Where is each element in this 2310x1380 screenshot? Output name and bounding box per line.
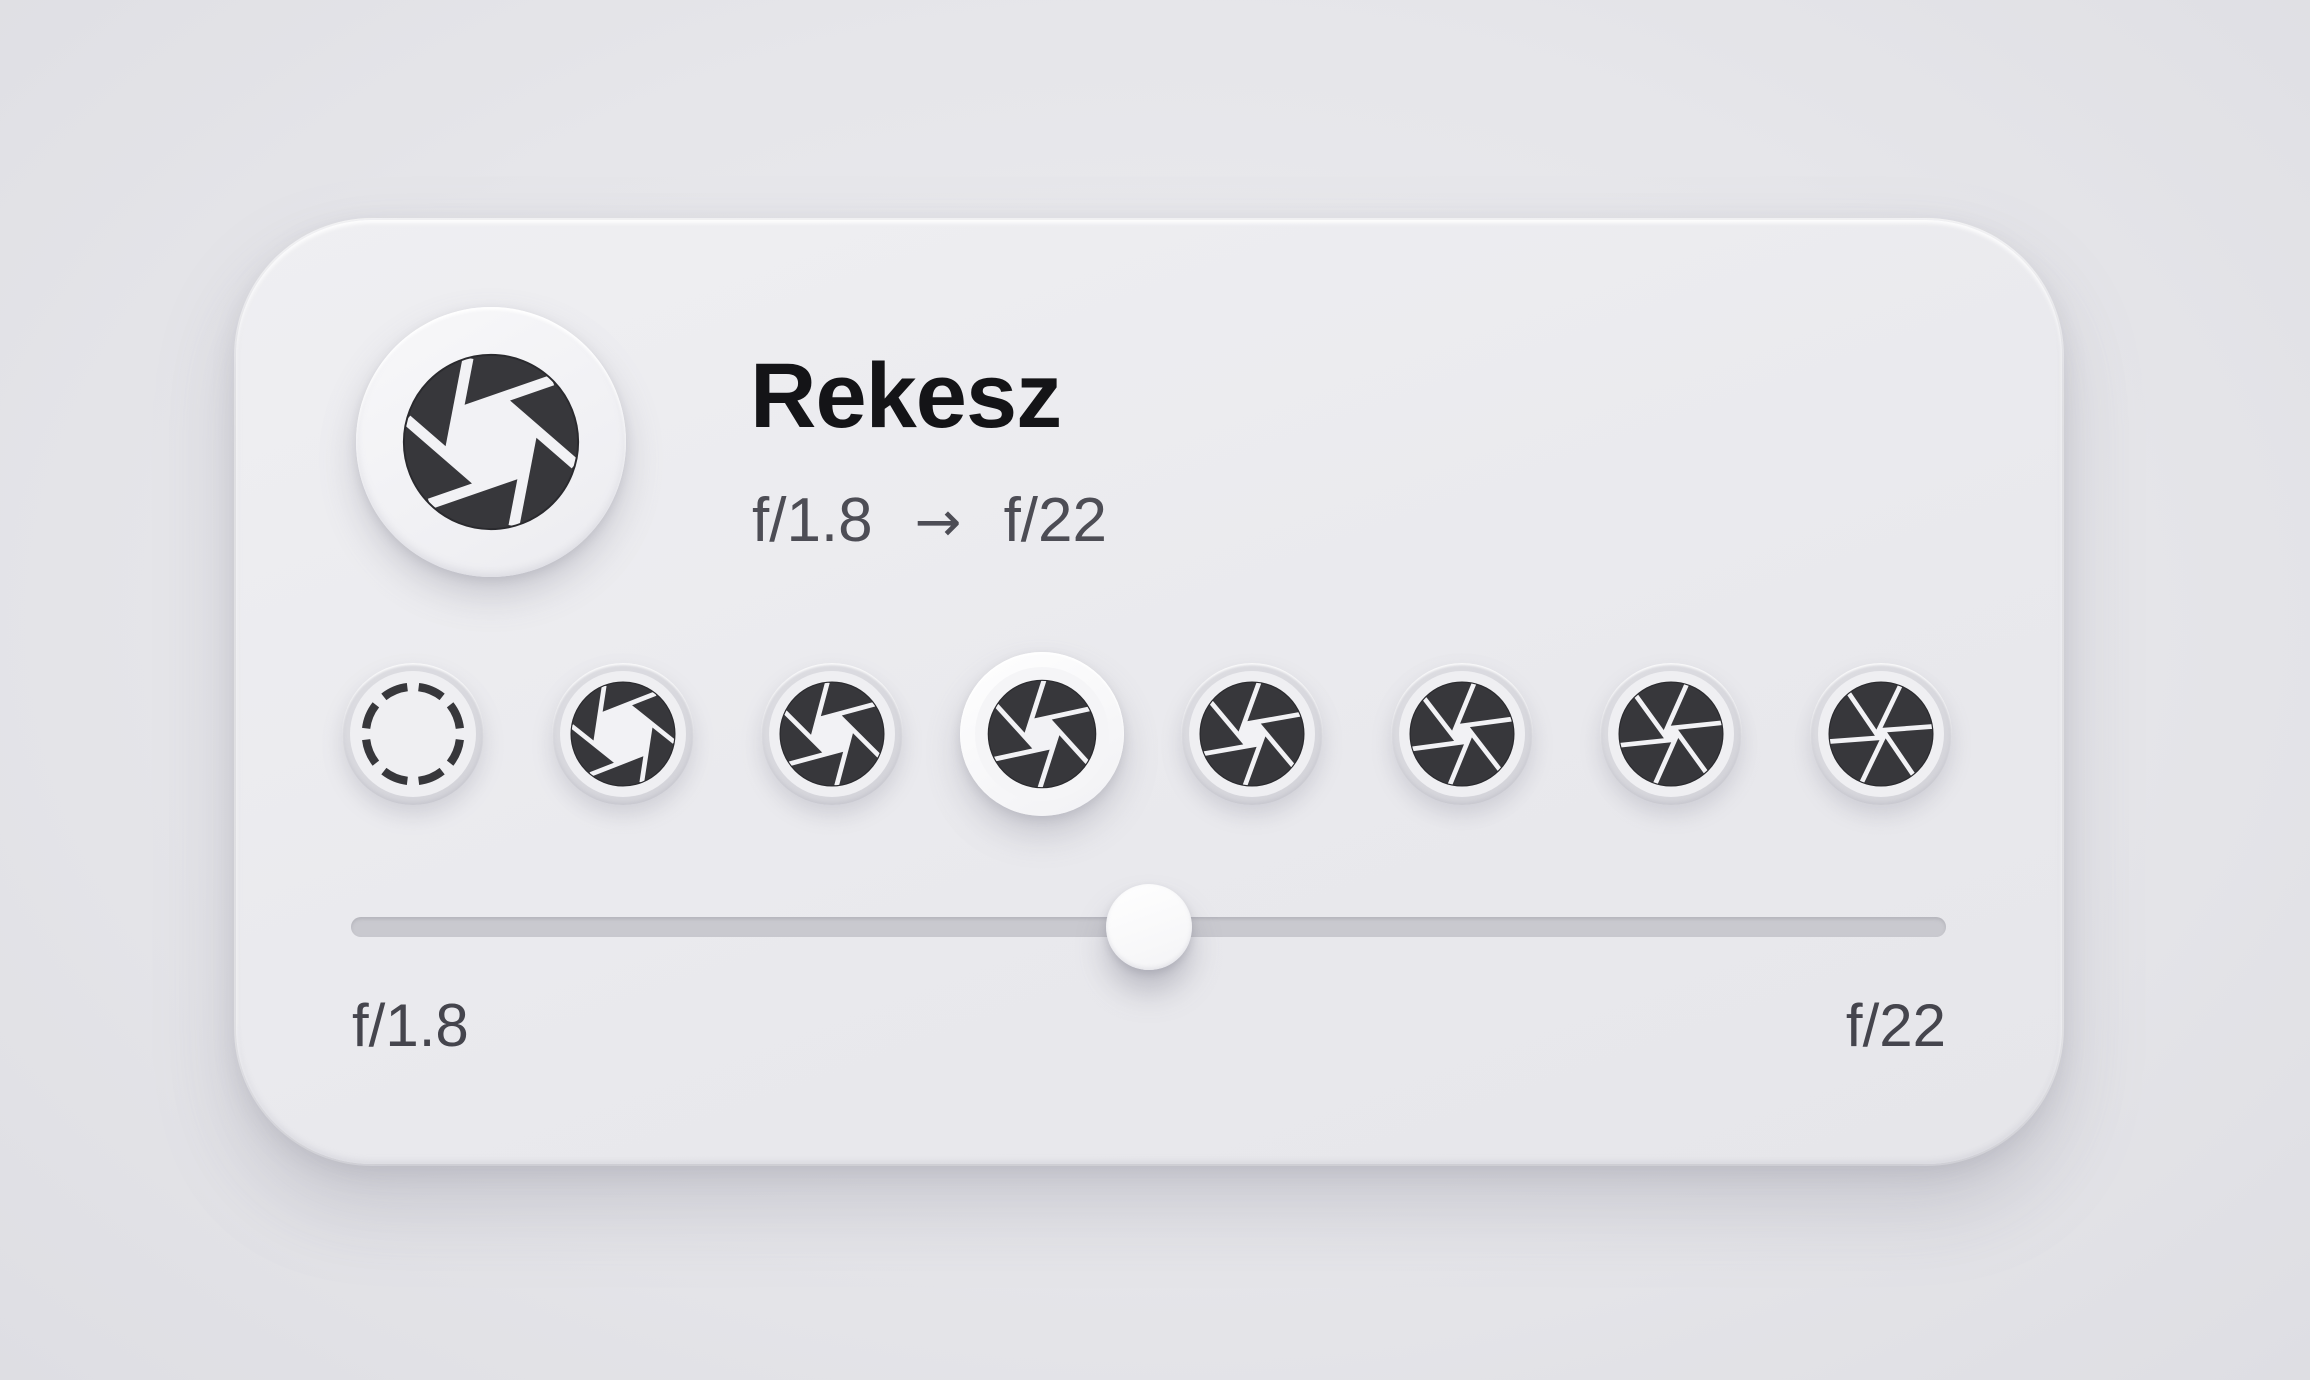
- range-to-label: f/22: [1003, 486, 1107, 555]
- slider-min-label: f/1.8: [352, 992, 469, 1059]
- aperture-stop-face: [1188, 671, 1315, 797]
- aperture-stop-face: [559, 671, 686, 797]
- aperture-stop-7[interactable]: [1600, 663, 1743, 805]
- aperture-stop-face: [769, 671, 896, 797]
- aperture-stop-2[interactable]: [551, 663, 694, 805]
- aperture-icon: [987, 679, 1097, 789]
- aperture-stop-3[interactable]: [761, 663, 904, 805]
- aperture-icon: [402, 353, 580, 531]
- aperture-stop-5[interactable]: [1180, 663, 1323, 805]
- aperture-icon: [1409, 681, 1515, 787]
- widget-title: Rekesz: [750, 345, 1062, 447]
- aperture-stop-face: [975, 667, 1110, 801]
- aperture-icon: [1618, 681, 1724, 787]
- aperture-stop-face: [1398, 671, 1525, 797]
- aperture-icon: [779, 681, 885, 787]
- aperture-stop-face: [1608, 671, 1735, 797]
- range-arrow-icon: →: [914, 490, 962, 555]
- aperture-stop-6[interactable]: [1390, 663, 1533, 805]
- aperture-stop-face: [350, 671, 476, 797]
- aperture-icon: [362, 683, 464, 785]
- aperture-icon: [569, 681, 676, 787]
- aperture-icon: [1199, 681, 1305, 787]
- aperture-range: f/1.8 → f/22: [752, 490, 1107, 552]
- slider-max-label: f/22: [1845, 992, 1946, 1059]
- aperture-stop-4[interactable]: [960, 652, 1125, 816]
- aperture-stop-1[interactable]: [342, 663, 484, 805]
- aperture-slider-thumb[interactable]: [1105, 884, 1192, 970]
- aperture-stop-8[interactable]: [1810, 663, 1952, 805]
- range-from-label: f/1.8: [752, 486, 873, 555]
- aperture-stop-face: [1818, 671, 1944, 797]
- aperture-widget-card: Rekesz f/1.8 → f/22 f/1.8 f/22: [236, 220, 2062, 1164]
- aperture-icon: [1828, 681, 1934, 787]
- aperture-hero-badge: [356, 307, 626, 577]
